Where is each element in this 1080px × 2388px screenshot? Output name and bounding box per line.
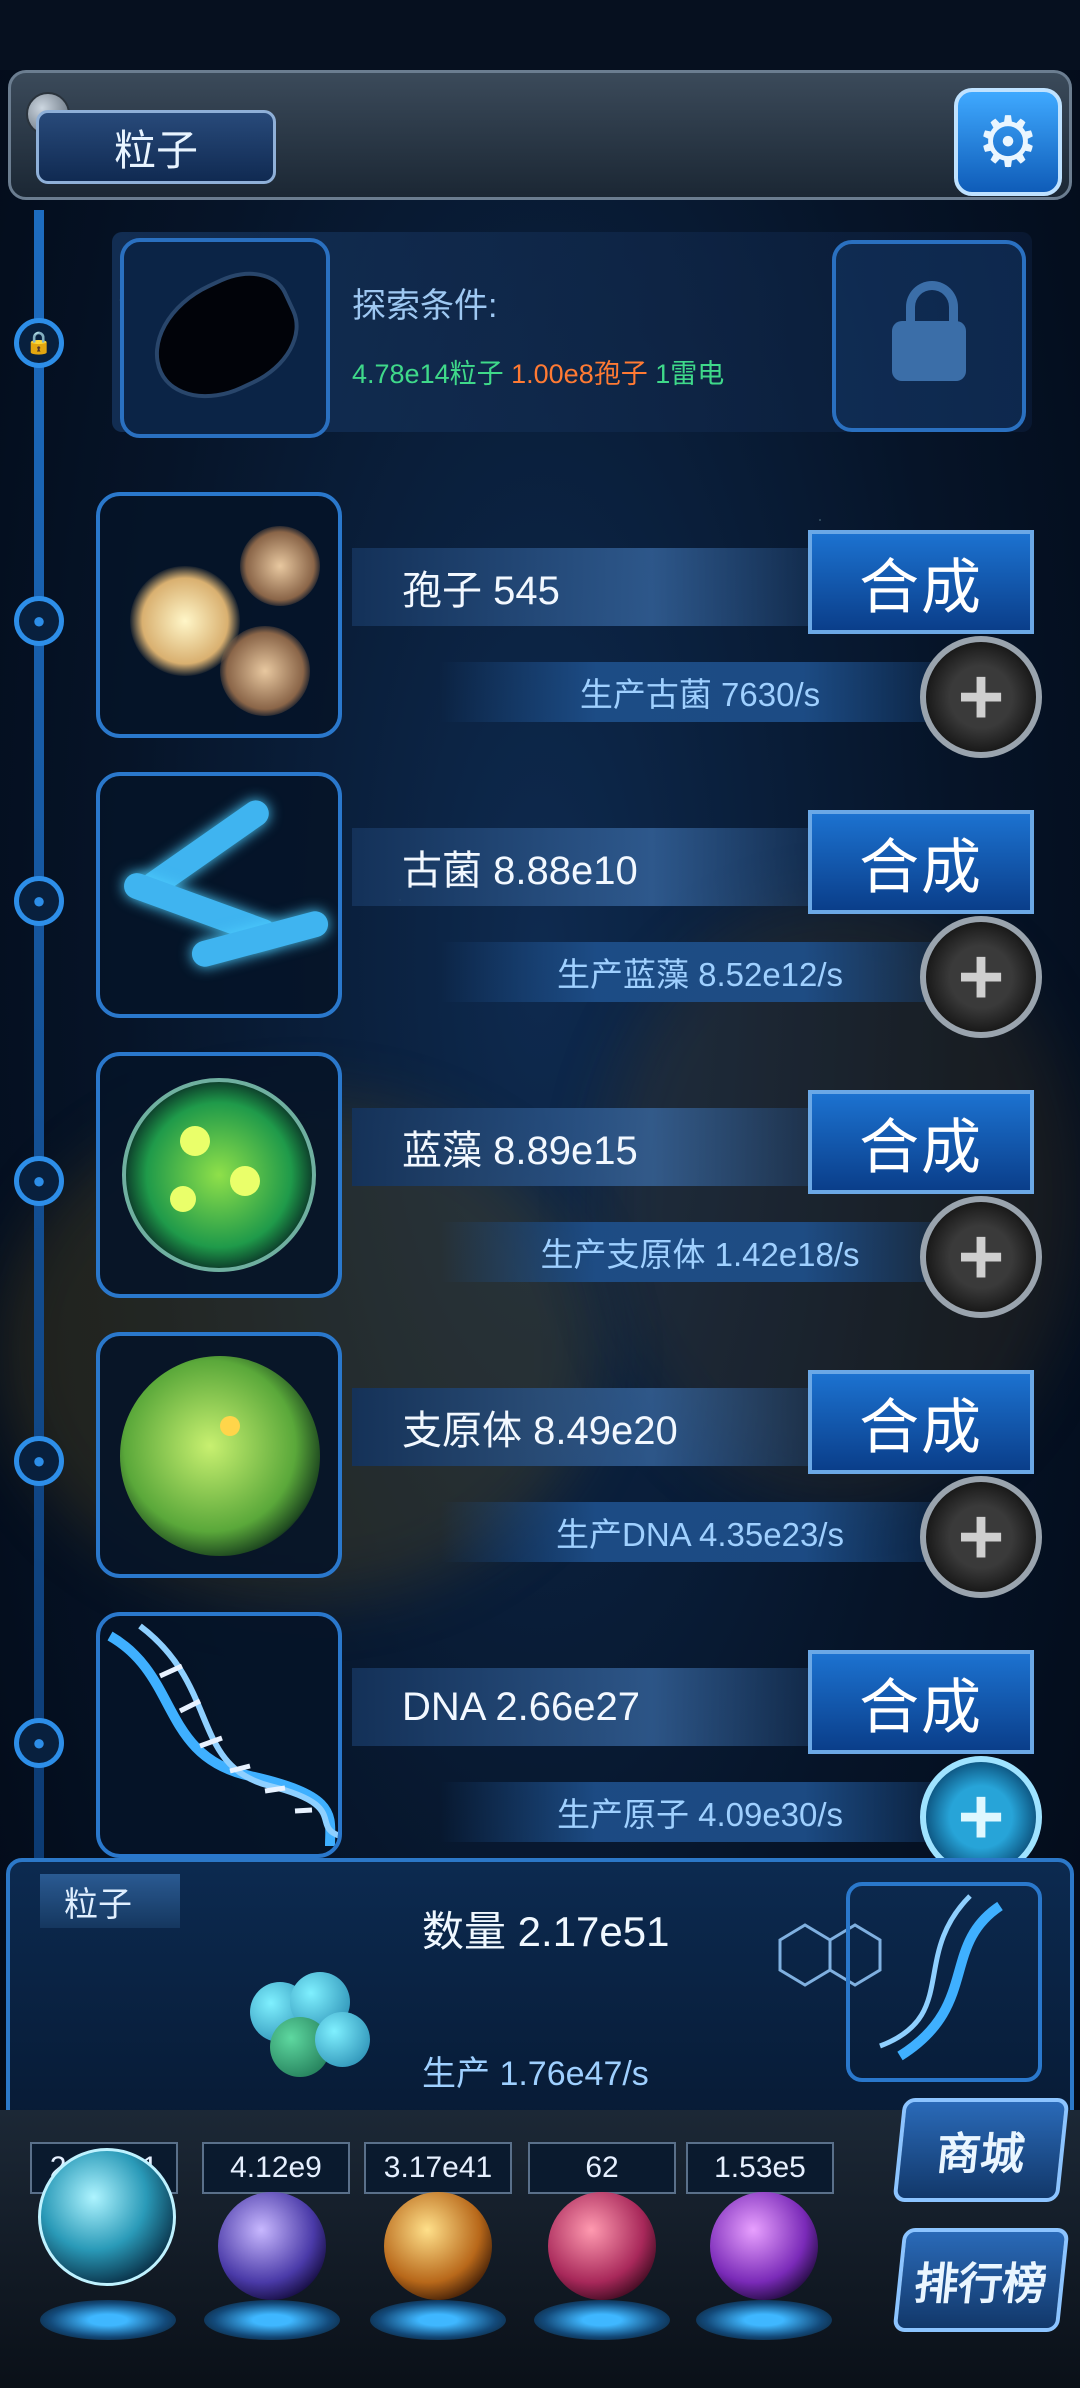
requirement-thunder: 1雷电: [655, 359, 725, 389]
unit-production: 生产原子 4.09e30/s: [440, 1782, 960, 1842]
resource-counter: 1.53e5: [686, 2142, 834, 2194]
particle-orb-tab[interactable]: [38, 2148, 176, 2286]
resource-counter: 62: [528, 2142, 676, 2194]
particle-cluster-icon: [230, 1962, 380, 2092]
archaea-image: [96, 772, 342, 1018]
rail-node-icon: ●: [14, 596, 64, 646]
cyanobacteria-image: [96, 1052, 342, 1298]
particle-rate: 生产 1.76e47/s: [422, 2055, 649, 2093]
unit-name-count: 古菌 8.88e10: [352, 828, 852, 906]
pedestal: [370, 2300, 506, 2340]
pedestal: [40, 2300, 176, 2340]
gear-icon: ⚙: [976, 103, 1040, 181]
dna-frame-icon: [846, 1882, 1042, 2082]
upgrade-plus-button[interactable]: +: [920, 1476, 1042, 1598]
unit-name-count: DNA 2.66e27: [352, 1668, 852, 1746]
pedestal: [204, 2300, 340, 2340]
galaxy-orb-tab[interactable]: [710, 2192, 818, 2300]
unit-name-count: 支原体 8.49e20: [352, 1388, 852, 1466]
unlock-button[interactable]: [832, 240, 1026, 432]
lock-icon: [892, 281, 966, 381]
explore-requirements: 4.78e14粒子 1.00e8孢子 1雷电: [352, 352, 724, 391]
spore-image: [96, 492, 342, 738]
lock-node-icon: 🔒: [14, 318, 64, 368]
shop-button[interactable]: 商城: [892, 2098, 1070, 2202]
upgrade-plus-button[interactable]: +: [920, 1196, 1042, 1318]
leaderboard-button[interactable]: 排行榜: [892, 2228, 1070, 2332]
pedestal: [534, 2300, 670, 2340]
pedestal: [696, 2300, 832, 2340]
unit-production: 生产DNA 4.35e23/s: [440, 1502, 960, 1562]
summary-tag: 粒子: [40, 1874, 180, 1928]
synthesize-button[interactable]: 合成: [808, 530, 1034, 634]
dna-image: [96, 1612, 342, 1858]
particle-count: 数量 2.17e51: [422, 1908, 670, 1955]
unit-production: 生产蓝藻 8.52e12/s: [440, 942, 960, 1002]
synthesize-button[interactable]: 合成: [808, 1650, 1034, 1754]
rail-node-icon: ●: [14, 876, 64, 926]
unit-production: 生产支原体 1.42e18/s: [440, 1222, 960, 1282]
thunder-orb-tab[interactable]: [218, 2192, 326, 2300]
mycoplasma-image: [96, 1332, 342, 1578]
settings-button[interactable]: ⚙: [954, 88, 1062, 196]
unit-production: 生产古菌 7630/s: [440, 662, 960, 722]
requirement-spores: 1.00e8孢子: [511, 359, 648, 389]
unit-name-count: 蓝藻 8.89e15: [352, 1108, 852, 1186]
nebula-orb-tab[interactable]: [384, 2192, 492, 2300]
progress-rail: [34, 210, 44, 1870]
brain-orb-tab[interactable]: [548, 2192, 656, 2300]
rail-node-icon: ●: [14, 1156, 64, 1206]
page-title: 粒子: [36, 110, 276, 184]
synthesize-button[interactable]: 合成: [808, 1090, 1034, 1194]
upgrade-plus-button[interactable]: +: [920, 636, 1042, 758]
dna-helix-icon: [107, 1623, 338, 1847]
synthesize-button[interactable]: 合成: [808, 810, 1034, 914]
synthesize-button[interactable]: 合成: [808, 1370, 1034, 1474]
rail-node-icon: ●: [14, 1718, 64, 1768]
resource-counter: 4.12e9: [202, 2142, 350, 2194]
resource-counter: 3.17e41: [364, 2142, 512, 2194]
rail-node-icon: ●: [14, 1436, 64, 1486]
requirement-particles: 4.78e14粒子: [352, 359, 504, 389]
upgrade-plus-button[interactable]: +: [920, 916, 1042, 1038]
unit-name-count: 孢子 545: [352, 548, 852, 626]
explore-label: 探索条件:: [352, 287, 498, 325]
